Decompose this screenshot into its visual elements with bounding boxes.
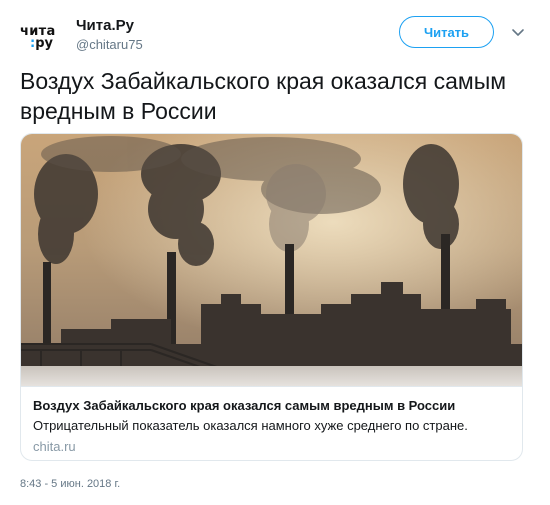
chevron-down-icon[interactable]	[508, 22, 528, 42]
card-image[interactable]	[21, 134, 523, 386]
card-title[interactable]: Воздух Забайкальского края оказался самы…	[33, 398, 455, 413]
display-name[interactable]: Чита.Ру	[76, 17, 134, 34]
link-card[interactable]: Воздух Забайкальского края оказался самы…	[20, 133, 523, 461]
card-domain[interactable]: chita.ru	[33, 439, 76, 454]
avatar-text-bottom: :ру	[30, 36, 53, 51]
tweet-timestamp[interactable]: 8:43 - 5 июн. 2018 г.	[20, 478, 120, 490]
avatar[interactable]: чита :ру	[20, 16, 58, 54]
follow-button[interactable]: Читать	[399, 16, 494, 48]
card-description: Отрицательный показатель оказался намног…	[33, 418, 468, 433]
user-handle[interactable]: @chitaru75	[76, 37, 143, 52]
tweet-header: чита :ру Чита.Ру @chitaru75 Читать	[20, 14, 530, 54]
tweet-text: Воздух Забайкальского края оказался самы…	[20, 68, 507, 124]
card-body[interactable]: Воздух Забайкальского края оказался самы…	[21, 386, 522, 460]
